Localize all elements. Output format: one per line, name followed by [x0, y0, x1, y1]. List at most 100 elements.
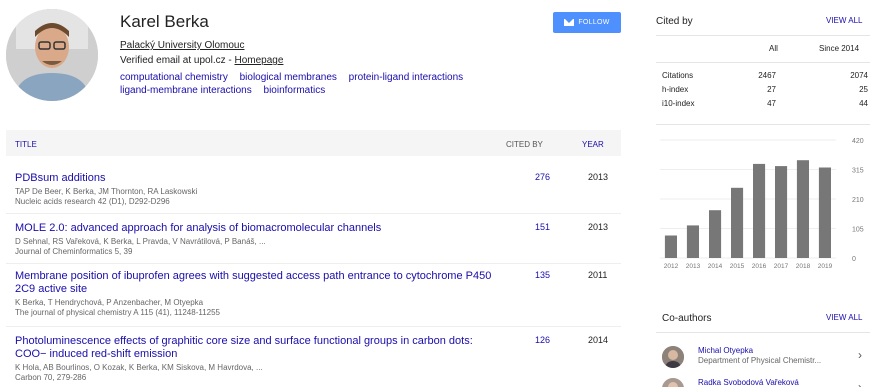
article-row: Membrane position of ibuprofen agrees wi… [15, 270, 615, 317]
article-row: MOLE 2.0: advanced approach for analysis… [15, 222, 615, 256]
citation-bar-2016[interactable] [753, 163, 766, 258]
person-avatar-icon [662, 346, 684, 368]
coauthors-title: Co-authors [662, 313, 712, 324]
stat-since: 44 [859, 99, 868, 108]
citation-bar-2017[interactable] [775, 166, 788, 258]
divider [656, 332, 870, 333]
articles-table-header: TITLE CITED BY YEAR [6, 130, 621, 156]
homepage-link[interactable]: Homepage [235, 55, 284, 66]
col-all: All [769, 44, 778, 53]
row-divider [6, 263, 621, 264]
article-venue: The journal of physical chemistry A 115 … [15, 308, 221, 317]
research-interests: computational chemistry biological membr… [120, 71, 540, 97]
x-tick-label: 2013 [686, 263, 701, 270]
sort-year-header[interactable]: YEAR [582, 140, 604, 149]
chevron-right-icon[interactable]: › [858, 380, 862, 387]
y-tick-label: 210 [852, 197, 864, 204]
article-row: Photoluminescence effects of graphitic c… [15, 335, 615, 382]
stats-row: i10-index 47 44 [662, 99, 870, 108]
x-tick-label: 2017 [774, 263, 789, 270]
x-tick-label: 2014 [708, 263, 723, 270]
coauthor-avatar [662, 346, 684, 368]
stat-all: 27 [767, 85, 776, 94]
affiliation-link[interactable]: Palacký University Olomouc [120, 40, 244, 51]
y-tick-label: 420 [852, 138, 864, 145]
stat-since: 25 [859, 85, 868, 94]
cited-by-count[interactable]: 135 [535, 270, 550, 280]
email-text: Verified email at upol.cz - [120, 55, 235, 66]
article-title-link[interactable]: MOLE 2.0: advanced approach for analysis… [15, 222, 495, 235]
interest-link[interactable]: biological membranes [240, 72, 337, 83]
coauthor-item[interactable]: Michal Otyepka Department of Physical Ch… [662, 344, 870, 374]
citation-bar-2015[interactable] [731, 187, 744, 258]
mail-icon [564, 19, 575, 26]
citation-bar-2012[interactable] [664, 235, 677, 259]
follow-button[interactable]: FOLLOW [553, 12, 621, 33]
divider [656, 35, 870, 36]
person-avatar-icon [6, 9, 98, 101]
article-title-link[interactable]: Membrane position of ibuprofen agrees wi… [15, 270, 495, 296]
divider [656, 62, 870, 63]
interest-link[interactable]: bioinformatics [264, 85, 326, 96]
interest-link[interactable]: protein-ligand interactions [349, 72, 464, 83]
stats-row: Citations 2467 2074 [662, 71, 870, 80]
stat-all: 2467 [758, 71, 776, 80]
article-title-link[interactable]: PDBsum additions [15, 172, 495, 185]
article-authors: K Berka, T Hendrychová, P Anzenbacher, M… [15, 298, 204, 307]
article-authors: K Hola, AB Bourlinos, O Kozak, K Berka, … [15, 363, 263, 372]
profile-photo [6, 9, 98, 101]
x-tick-label: 2015 [730, 263, 745, 270]
divider [656, 124, 870, 125]
article-authors: TAP De Beer, K Berka, JM Thornton, RA La… [15, 187, 198, 196]
citation-bar-2018[interactable] [796, 160, 809, 258]
cited-by-count[interactable]: 126 [535, 335, 550, 345]
article-title-link[interactable]: Photoluminescence effects of graphitic c… [15, 335, 495, 361]
citation-bar-2013[interactable] [686, 225, 699, 258]
stat-label: h-index [662, 85, 689, 94]
stat-all: 47 [767, 99, 776, 108]
verified-email: Verified email at upol.cz - Homepage [120, 55, 283, 66]
profile-name: Karel Berka [120, 12, 209, 31]
row-divider [6, 326, 621, 327]
y-tick-label: 0 [852, 256, 856, 263]
follow-label: FOLLOW [578, 19, 610, 26]
article-year: 2014 [588, 335, 609, 345]
citations-per-year-chart: 0 105 210 315 420 2012 2013 2014 2015 2016 2017 201… [660, 138, 864, 270]
person-avatar-icon [662, 378, 684, 387]
coauthor-name[interactable]: Radka Svobodová Vařeková [698, 378, 799, 387]
article-venue: Journal of Cheminformatics 5, 39 [15, 247, 133, 256]
coauthor-item[interactable]: Radka Svobodová Vařeková › [662, 376, 870, 387]
y-tick-label: 105 [852, 227, 864, 234]
article-row: PDBsum additions TAP De Beer, K Berka, J… [15, 172, 615, 206]
col-since: Since 2014 [819, 44, 860, 53]
article-authors: D Sehnal, RS Vařeková, K Berka, L Pravda… [15, 237, 266, 246]
x-tick-label: 2018 [796, 263, 811, 270]
cited-by-count[interactable]: 276 [535, 172, 550, 182]
coauthor-name[interactable]: Michal Otyepka [698, 346, 753, 355]
article-venue: Nucleic acids research 42 (D1), D292-D29… [15, 197, 170, 206]
cited-by-count[interactable]: 151 [535, 222, 550, 232]
article-year: 2011 [588, 270, 608, 280]
stat-label: i10-index [662, 99, 695, 108]
coauthor-dept: Department of Physical Chemistr... [698, 356, 822, 365]
cited-by-view-all-link[interactable]: VIEW ALL [826, 16, 862, 25]
interest-link[interactable]: ligand-membrane interactions [120, 85, 252, 96]
citation-bar-2019[interactable] [818, 167, 831, 259]
coauthors-view-all-link[interactable]: VIEW ALL [826, 313, 862, 322]
article-year: 2013 [588, 172, 609, 182]
coauthor-avatar [662, 378, 684, 387]
article-venue: Carbon 70, 279-286 [15, 373, 87, 382]
sort-cited-by-header[interactable]: CITED BY [506, 140, 543, 149]
row-divider [6, 213, 621, 214]
x-tick-label: 2012 [664, 263, 679, 270]
citation-bar-2014[interactable] [709, 210, 722, 258]
chevron-right-icon[interactable]: › [858, 348, 862, 362]
stat-since: 2074 [850, 71, 868, 80]
stats-row: h-index 27 25 [662, 85, 870, 94]
x-tick-label: 2016 [752, 263, 767, 270]
interest-link[interactable]: computational chemistry [120, 72, 228, 83]
sort-title-header[interactable]: TITLE [15, 140, 37, 149]
y-tick-label: 315 [852, 168, 864, 175]
x-tick-label: 2019 [818, 263, 833, 270]
article-year: 2013 [588, 222, 609, 232]
